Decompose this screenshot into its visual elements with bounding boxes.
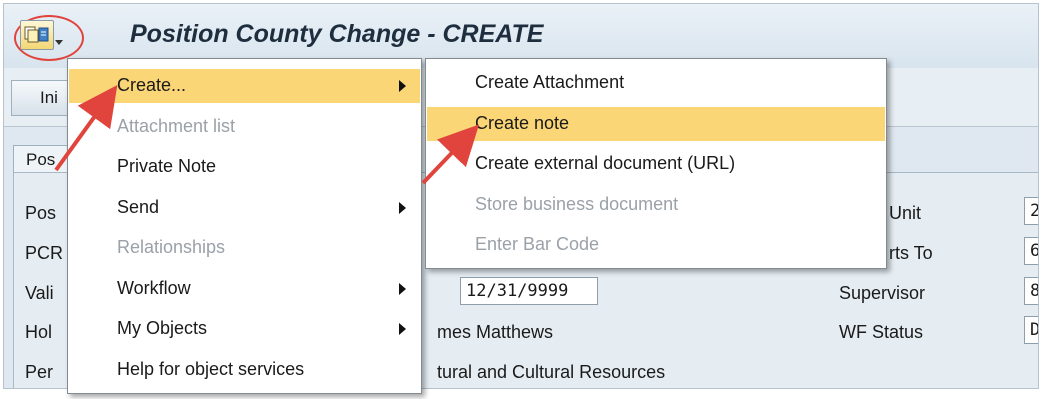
field-label: Pos [25, 203, 57, 223]
submenu-item-label: Create note [475, 113, 570, 133]
window-title: Position County Change - CREATE [130, 20, 544, 48]
supervisor-input[interactable]: 8 [1024, 277, 1038, 305]
submenu-item-create-external-document[interactable]: Create external document (URL) [427, 147, 885, 181]
reports-to-label: rts To [889, 243, 933, 263]
menu-item-relationships: Relationships [69, 231, 420, 265]
menu-item-label: Relationships [117, 237, 226, 257]
menu-item-my-objects[interactable]: My Objects [69, 312, 420, 346]
generic-object-services-icon [24, 26, 49, 43]
submenu-item-label: Store business document [475, 194, 679, 214]
dropdown-arrow-icon[interactable] [55, 40, 63, 45]
menu-item-create[interactable]: Create... [69, 69, 420, 103]
wf-status-label: WF Status [839, 322, 924, 342]
submenu-item-label: Create Attachment [475, 72, 625, 92]
menu-item-help-object-services[interactable]: Help for object services [69, 353, 420, 387]
menu-item-attachment-list: Attachment list [69, 110, 420, 144]
submenu-item-enter-bar-code: Enter Bar Code [427, 228, 885, 262]
create-submenu: Create Attachment Create note Create ext… [425, 58, 887, 269]
holder-name: mes Matthews [437, 322, 554, 342]
submenu-arrow-icon [399, 202, 406, 214]
submenu-item-label: Enter Bar Code [475, 234, 600, 254]
submenu-item-label: Create external document (URL) [475, 153, 736, 173]
field-label: Hol [25, 322, 53, 342]
menu-item-label: Help for object services [117, 359, 305, 379]
valid-to-input[interactable]: 12/31/9999 [460, 277, 598, 305]
menu-item-label: Workflow [117, 278, 191, 298]
org-unit-input[interactable]: 2 [1024, 197, 1038, 225]
menu-item-send[interactable]: Send [69, 191, 420, 225]
submenu-item-create-attachment[interactable]: Create Attachment [427, 66, 885, 100]
menu-item-workflow[interactable]: Workflow [69, 272, 420, 306]
field-label: Per [25, 362, 54, 382]
org-unit-label: Unit [889, 203, 922, 223]
generic-object-services-button[interactable] [20, 20, 54, 50]
wf-status-input[interactable]: D [1024, 316, 1038, 344]
reports-to-input[interactable]: 6. [1024, 237, 1038, 265]
field-label: Vali [25, 283, 54, 303]
menu-item-label: Create... [117, 75, 187, 95]
submenu-arrow-icon [399, 323, 406, 335]
menu-item-label: Private Note [117, 156, 217, 176]
submenu-item-store-business-document: Store business document [427, 188, 885, 222]
menu-item-label: Attachment list [117, 116, 236, 136]
object-services-menu: Create... Attachment list Private Note S… [67, 58, 422, 394]
submenu-arrow-icon [399, 80, 406, 92]
menu-item-private-note[interactable]: Private Note [69, 150, 420, 184]
submenu-item-create-note[interactable]: Create note [427, 107, 885, 141]
menu-item-label: Send [117, 197, 160, 217]
menu-item-label: My Objects [117, 318, 208, 338]
personnel-area-text: tural and Cultural Resources [437, 362, 666, 382]
supervisor-label: Supervisor [839, 283, 926, 303]
field-label: PCR [25, 243, 64, 263]
submenu-arrow-icon [399, 283, 406, 295]
